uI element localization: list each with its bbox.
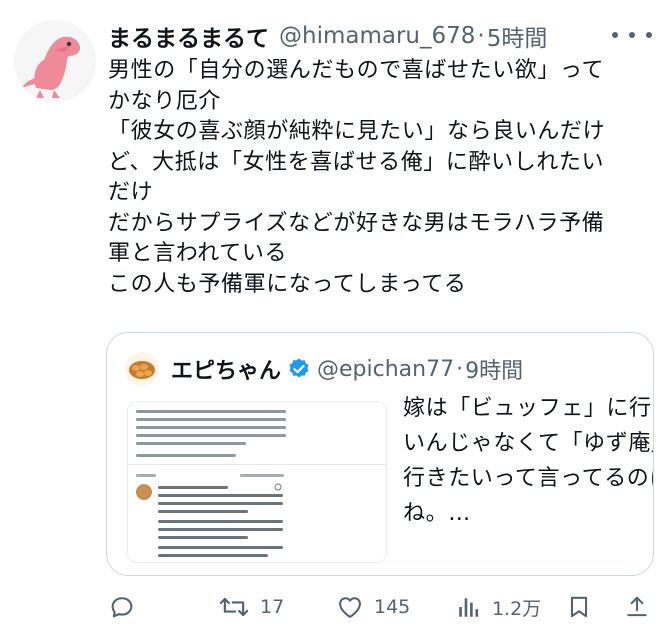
views-button[interactable]: 1.2万 [456,590,541,624]
display-name[interactable]: まるまるまるて [108,19,269,53]
retweet-icon [219,597,249,617]
quoted-text-line: 嫁は「ビュッフェ」に行きた [403,396,653,421]
quoted-tweet-card[interactable]: エピちゃん @epichan77 · 9時間 嫁は「ビュッフェ」に行 いんじゃな… [106,332,654,576]
separator-dot: · [477,23,485,49]
action-bar: 17 145 1.2万 [108,590,653,624]
user-handle[interactable]: @himamaru_678 [279,23,475,49]
bookmark-button[interactable] [566,590,592,624]
like-button[interactable]: 145 [336,590,410,624]
tweet-text: 男性の「自分の選んだもので喜ばせたい欲」って かなり厄介 「彼女の喜ぶ顔が純粋に… [108,56,660,300]
quoted-timestamp[interactable]: 9時間 [465,353,523,385]
bread-avatar-icon [125,352,159,386]
avatar[interactable] [14,20,96,102]
verified-badge-icon [289,358,309,378]
quoted-avatar[interactable] [125,352,159,386]
tweet-text-line: かなり厄介 [108,88,222,114]
screenshot-thumbnail-image [128,402,386,562]
views-icon [459,598,479,617]
quoted-text-line: ね。… [403,501,471,526]
pink-dinosaur-avatar-icon [14,20,96,102]
tweet-text-line: 「彼女の喜ぶ顔が純粋に見たい」なら良いんだけ [108,119,606,144]
tweet-text-line: 軍と言われている [108,241,288,266]
views-count: 1.2万 [492,597,542,620]
more-dot-icon [646,32,652,38]
quoted-text-line: 行きたいって言ってるのに [403,466,654,491]
share-icon [627,596,647,617]
more-dot-icon [629,32,635,38]
more-dot-icon [612,32,618,38]
quoted-display-name[interactable]: エピちゃん [171,353,281,385]
share-button[interactable] [624,590,650,624]
tweet-text-line: この人も予備軍になってしまってる [108,271,467,297]
tweet-text-line: 男性の「自分の選んだもので喜ばせたい欲」って [108,58,605,83]
tweet-text-line: だけ [108,180,154,205]
quoted-tweet-header: エピちゃん @epichan77 · 9時間 [125,351,523,387]
tweet-header: まるまるまるて @himamaru_678 · 5時間 [108,18,547,54]
like-count: 145 [374,596,411,618]
reply-button[interactable] [108,590,136,624]
timestamp[interactable]: 5時間 [487,19,548,53]
retweet-count: 17 [260,596,285,618]
quoted-handle[interactable]: @epichan77 [317,357,454,382]
quoted-media-thumbnail[interactable] [127,401,387,563]
retweet-button[interactable]: 17 [218,590,284,624]
heart-icon [339,597,361,618]
reply-icon [111,597,133,618]
tweet-text-line: ど、大抵は「女性を喜ばせる俺」に酔いしれたい [108,149,605,175]
quoted-tweet-text: 嫁は「ビュッフェ」に行きた いんじゃなくて「ゆず庵」に 行きたいって言ってるのに… [403,391,654,531]
quoted-text-line: いんじゃなくて「ゆず庵」に [403,431,653,456]
more-options-button[interactable] [612,24,652,46]
separator-dot: · [456,356,464,382]
tweet-text-line: だからサプライズなどが好きな男はモラハラ予備 [108,210,605,236]
bookmark-icon [570,596,588,618]
